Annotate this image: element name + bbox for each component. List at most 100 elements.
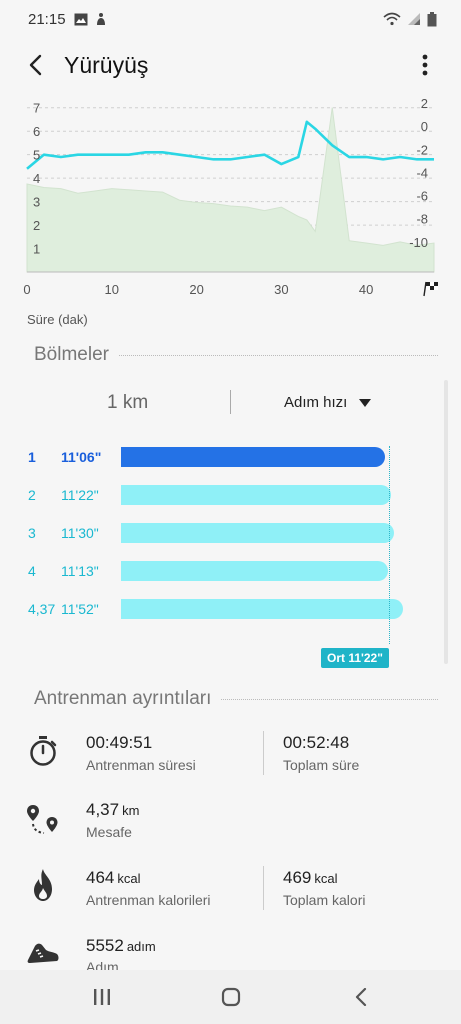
details-section-header: Antrenman ayrıntıları <box>34 688 438 710</box>
battery-icon <box>427 11 437 26</box>
right-axis-tick-label: -10 <box>409 235 428 250</box>
split-pace: 11'22" <box>61 487 99 503</box>
split-row: 2 11'22" <box>0 483 461 507</box>
split-row: 4 11'13" <box>0 559 461 583</box>
x-axis-tick-label: 40 <box>359 282 373 297</box>
dropdown-arrow-icon <box>359 398 372 407</box>
recents-icon <box>94 989 110 1005</box>
total-duration-label: Toplam süre <box>283 757 360 773</box>
more-options-button[interactable] <box>403 38 447 92</box>
route-icon <box>26 803 60 837</box>
recents-button[interactable] <box>87 984 117 1010</box>
split-pace: 11'30" <box>61 525 99 541</box>
right-axis-tick-label: 0 <box>421 119 428 134</box>
total-calories-value: 469 kcal <box>283 868 338 888</box>
split-index: 4 <box>28 563 36 579</box>
split-pace: 11'52" <box>61 601 99 617</box>
x-axis-label: Süre (dak) <box>27 312 88 327</box>
workout-calories-number: 464 <box>86 868 115 887</box>
splits-title: Bölmeler <box>34 344 109 365</box>
detail-divider <box>263 866 264 910</box>
home-icon <box>221 987 241 1007</box>
total-calories-unit: kcal <box>314 871 338 886</box>
x-axis-tick-label: 30 <box>274 282 288 297</box>
workout-calories-unit: kcal <box>117 871 141 886</box>
steps-value: 5552 adım <box>86 936 156 956</box>
back-icon <box>355 988 367 1006</box>
image-icon <box>74 13 88 25</box>
home-button[interactable] <box>216 984 246 1010</box>
split-pace: 11'13" <box>61 563 99 579</box>
status-time: 21:15 <box>28 10 66 28</box>
split-index: 1 <box>28 449 36 465</box>
split-bar <box>121 561 388 581</box>
nav-back-button[interactable] <box>346 984 376 1010</box>
total-calories-label: Toplam kalori <box>283 892 366 908</box>
left-axis-tick-label: 3 <box>33 195 40 210</box>
left-axis-tick-label: 1 <box>33 242 40 257</box>
elevation-pace-chart: 7 6 5 4 3 2 1 2 0 -2 -4 -6 -8 -10 0 10 20 30 40 <box>0 92 461 332</box>
split-bar <box>121 523 395 543</box>
left-axis-tick-label: 4 <box>33 171 40 186</box>
wifi-icon <box>383 12 401 26</box>
left-axis-tick-label: 5 <box>33 148 40 163</box>
total-calories-number: 469 <box>283 868 312 887</box>
average-pace-line <box>389 446 390 644</box>
detail-divider <box>263 731 264 775</box>
stopwatch-icon <box>26 734 60 768</box>
splits-section-header: Bölmeler <box>34 344 438 366</box>
section-divider <box>221 698 438 700</box>
right-axis-tick-label: -6 <box>416 189 428 204</box>
signal-icon <box>408 13 420 25</box>
split-index: 3 <box>28 525 36 541</box>
accessibility-icon <box>96 13 105 25</box>
left-axis-tick-label: 7 <box>33 101 40 116</box>
checkered-flag-icon <box>423 281 438 297</box>
page-title: Yürüyüş <box>64 51 149 78</box>
split-row: 1 11'06" <box>0 445 461 469</box>
right-axis-tick-label: -2 <box>416 142 428 157</box>
steps-number: 5552 <box>86 936 124 955</box>
total-duration-value: 00:52:48 <box>283 733 350 752</box>
right-axis-tick-label: 2 <box>421 96 428 111</box>
x-axis-tick-label: 20 <box>189 282 203 297</box>
shoe-icon <box>26 936 60 970</box>
workout-calories-label: Antrenman kalorileri <box>86 892 211 908</box>
workout-duration-value: 00:49:51 <box>86 733 153 752</box>
split-controls: 1 km Adım hızı <box>0 384 461 424</box>
split-controls-divider <box>230 390 231 414</box>
split-index: 2 <box>28 487 36 503</box>
right-axis-tick-label: -4 <box>416 165 428 180</box>
scrollbar[interactable] <box>444 380 448 664</box>
split-pace: 11'06" <box>61 449 102 465</box>
split-unit[interactable]: 1 km <box>107 392 148 414</box>
split-bar <box>121 485 392 505</box>
left-axis-tick-label: 6 <box>33 124 40 139</box>
app-bar: Yürüyüş <box>0 38 461 92</box>
workout-duration-label: Antrenman süresi <box>86 757 196 773</box>
left-axis-tick-label: 2 <box>33 218 40 233</box>
distance-number: 4,37 <box>86 800 120 819</box>
split-index: 4,37 <box>28 601 56 617</box>
status-bar: 21:15 <box>0 0 461 38</box>
back-arrow-icon <box>29 54 42 76</box>
more-vert-icon <box>422 54 428 76</box>
steps-unit: adım <box>126 939 156 954</box>
right-axis-tick-label: -8 <box>416 212 428 227</box>
flame-icon <box>26 868 60 902</box>
split-metric-dropdown[interactable]: Adım hızı <box>284 394 372 411</box>
elevation-area <box>26 107 435 273</box>
split-bar <box>121 599 403 619</box>
split-bar <box>121 447 385 467</box>
system-nav-bar <box>0 970 461 1024</box>
back-button[interactable] <box>8 38 62 92</box>
workout-calories-value: 464 kcal <box>86 868 141 888</box>
split-metric-label: Adım hızı <box>284 394 348 411</box>
chart-svg: 765432120-2-4-6-8-100 10 20 30 40 <box>23 96 438 297</box>
split-row: 4,37 11'52" <box>0 597 461 621</box>
average-pace-badge: Ort 11'22" <box>321 648 389 668</box>
distance-label: Mesafe <box>86 824 132 840</box>
x-axis-tick-label: 0 <box>23 282 30 297</box>
distance-unit: km <box>122 803 140 818</box>
distance-value: 4,37 km <box>86 800 139 820</box>
